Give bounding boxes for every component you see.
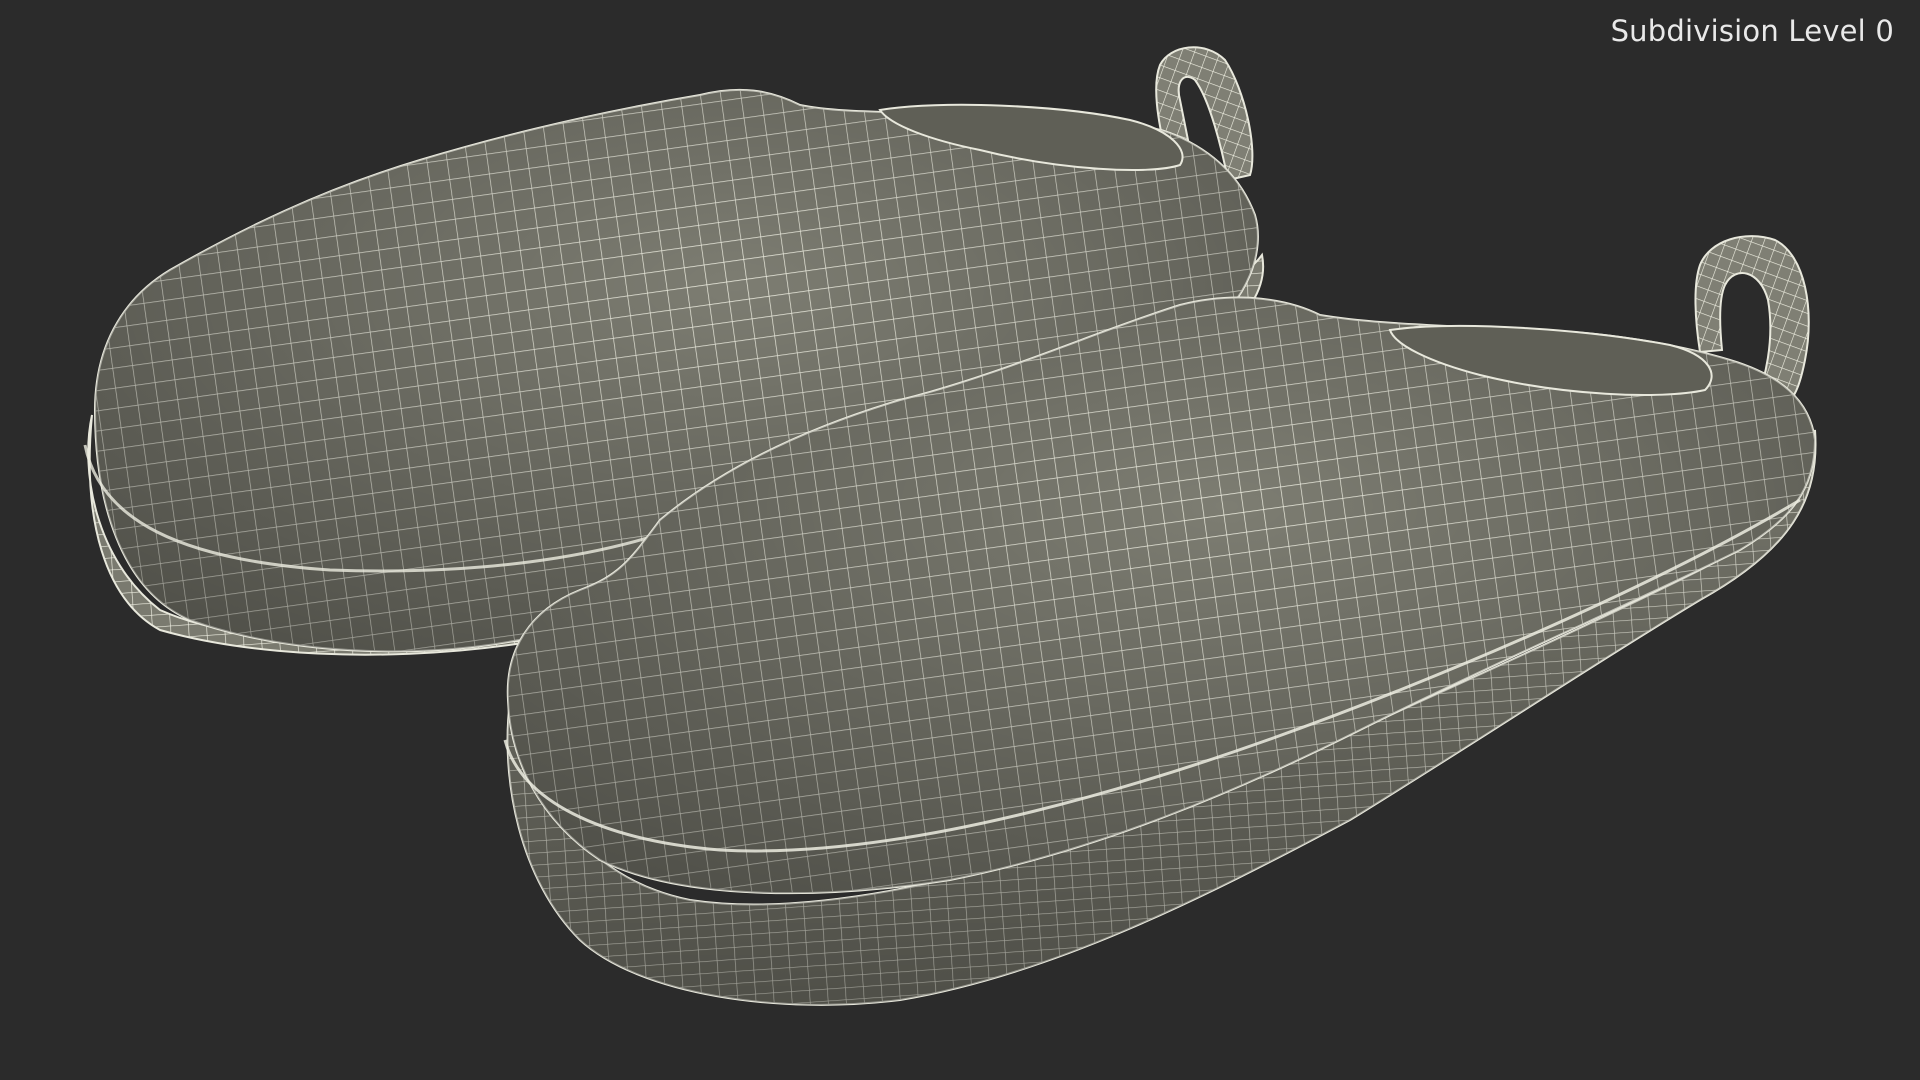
3d-viewport[interactable]: Subdivision Level 0 xyxy=(0,0,1920,1080)
subdivision-level-label: Subdivision Level 0 xyxy=(1610,14,1894,48)
wireframe-render xyxy=(83,46,1817,1006)
